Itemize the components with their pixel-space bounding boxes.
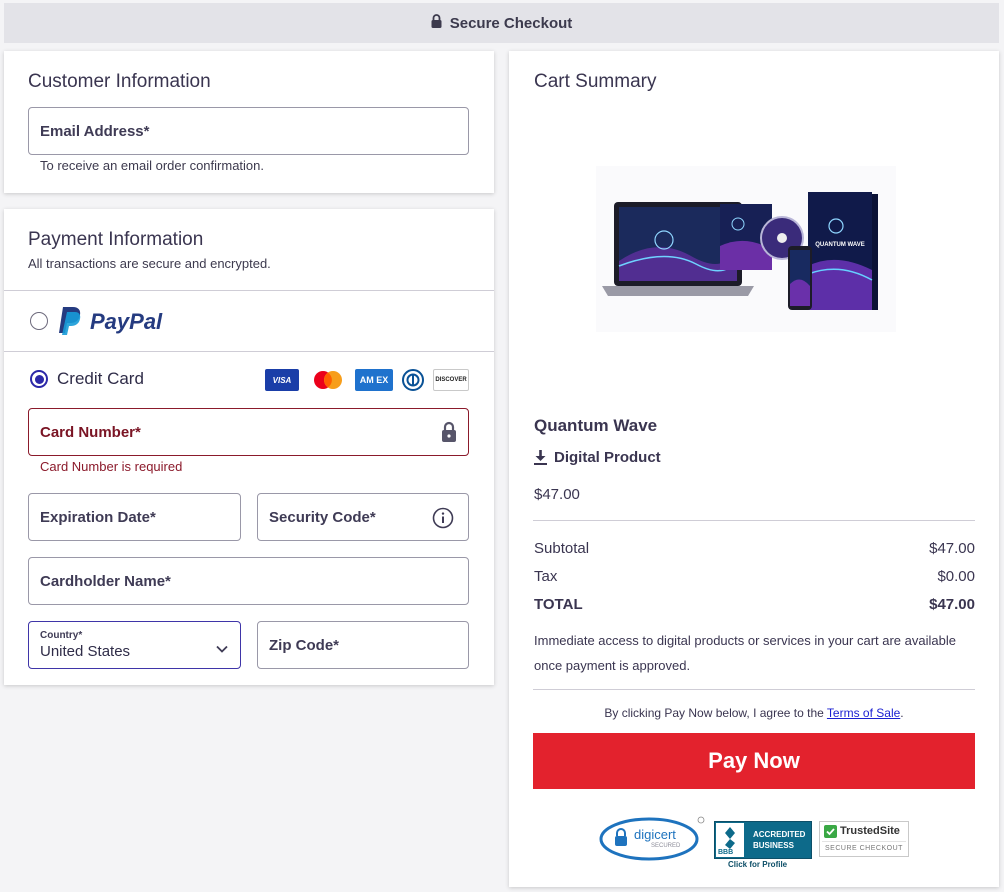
access-note: Immediate access to digital products or … (534, 633, 956, 673)
product-image: QUANTUM WAVE (596, 166, 896, 332)
cart-divider-bottom (533, 689, 975, 690)
email-hint: To receive an email order confirmation. (40, 158, 264, 173)
credit-card-radio[interactable] (30, 370, 48, 388)
terms-prefix: By clicking Pay Now below, I agree to th… (604, 706, 827, 720)
total-value: $47.00 (929, 596, 975, 613)
cart-divider-top (533, 520, 975, 521)
card-lock-icon (441, 421, 457, 447)
paypal-label-text: PayPal (90, 309, 163, 334)
diners-icon (401, 369, 425, 391)
digicert-sub: SECURED (651, 843, 681, 849)
paypal-option[interactable]: PayPal (4, 291, 494, 351)
payment-subheading: All transactions are secure and encrypte… (28, 256, 271, 271)
discover-icon: DISCOVER (433, 369, 469, 391)
paypal-radio[interactable] (30, 312, 48, 330)
terms-of-sale-link[interactable]: Terms of Sale (827, 706, 900, 720)
credit-card-option[interactable]: Credit Card (4, 352, 254, 402)
product-type: Digital Product (534, 449, 661, 466)
bbb-badge[interactable]: BBB ACCREDITED BUSINESS Click for Profil… (714, 821, 812, 871)
trustedsite-sub: SECURE CHECKOUT (825, 845, 903, 852)
cardholder-name-field[interactable]: Cardholder Name* (28, 557, 469, 605)
product-price: $47.00 (534, 486, 580, 503)
country-label: Country* (40, 630, 83, 641)
trustedsite-badge[interactable]: TrustedSite SECURE CHECKOUT (819, 821, 909, 857)
product-type-label: Digital Product (554, 449, 661, 466)
pay-now-button[interactable]: Pay Now (533, 733, 975, 789)
info-icon[interactable] (432, 507, 454, 533)
digicert-badge[interactable]: digicert SECURED (599, 816, 707, 862)
terms-notice: By clicking Pay Now below, I agree to th… (533, 706, 975, 720)
svg-text:QUANTUM WAVE: QUANTUM WAVE (815, 242, 865, 248)
terms-suffix: . (900, 706, 904, 720)
customer-info-card: Customer Information Email Address* To r… (4, 51, 494, 193)
secure-checkout-title: Secure Checkout (449, 14, 573, 32)
bbb-logo-icon: BBB (716, 823, 744, 857)
country-value: United States (40, 643, 131, 660)
paypal-logo-icon (56, 305, 84, 340)
subtotal-label: Subtotal (534, 540, 590, 557)
zip-code-label: Zip Code* (269, 636, 339, 654)
cardholder-name-label: Cardholder Name* (40, 572, 171, 590)
card-number-error: Card Number is required (40, 459, 183, 474)
email-field-label: Email Address* (40, 122, 150, 140)
bbb-line2: BUSINESS (753, 841, 794, 850)
security-code-field[interactable]: Security Code* (257, 493, 469, 541)
security-code-label: Security Code* (269, 508, 376, 526)
lock-icon (431, 14, 442, 32)
paypal-label: PayPal (90, 309, 162, 335)
bbb-line1: ACCREDITED (753, 830, 806, 839)
payment-info-heading: Payment Information (28, 229, 204, 250)
amex-icon: AM EX (355, 369, 393, 391)
total-label: TOTAL (534, 596, 583, 613)
card-number-label: Card Number* (40, 423, 141, 441)
trustedsite-title: TrustedSite (840, 825, 900, 837)
zip-code-field[interactable]: Zip Code* (257, 621, 469, 669)
visa-icon: VISA (265, 369, 299, 391)
trustedsite-divider (822, 841, 906, 842)
bbb-caption: Click for Profile (728, 860, 788, 869)
expiration-date-label: Expiration Date* (40, 508, 156, 526)
subtotal-value: $47.00 (929, 540, 975, 557)
card-number-field[interactable]: Card Number* (28, 408, 469, 456)
tax-label: Tax (534, 568, 558, 585)
email-field[interactable]: Email Address* (28, 107, 469, 155)
country-select[interactable]: Country* United States (28, 621, 241, 669)
expiration-date-field[interactable]: Expiration Date* (28, 493, 241, 541)
bbb-box: BBB ACCREDITED BUSINESS (714, 821, 812, 859)
tax-value: $0.00 (937, 568, 975, 585)
chevron-down-icon (216, 640, 228, 657)
customer-info-heading: Customer Information (28, 71, 211, 92)
mastercard-icon (311, 369, 345, 391)
cart-summary-heading: Cart Summary (534, 71, 657, 92)
download-icon (534, 450, 547, 465)
credit-card-label: Credit Card (57, 369, 144, 388)
product-name: Quantum Wave (534, 416, 658, 435)
digicert-text: digicert (634, 827, 676, 842)
secure-checkout-bar: Secure Checkout (4, 3, 999, 43)
